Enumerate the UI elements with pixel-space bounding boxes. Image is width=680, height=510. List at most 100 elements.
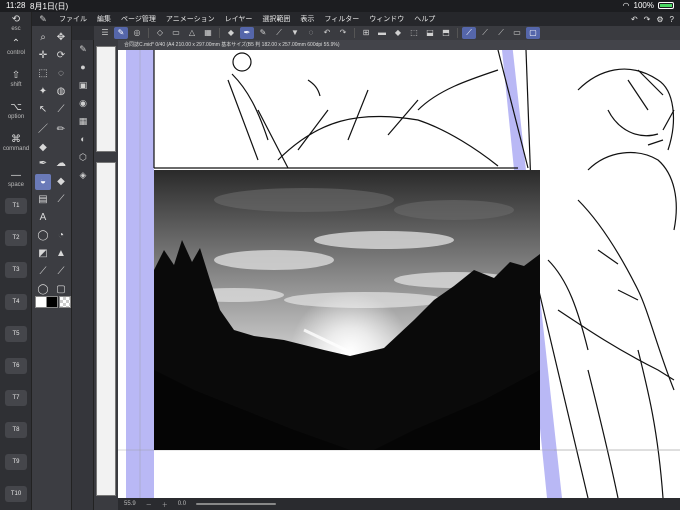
tkey-7[interactable]: T7 <box>5 390 27 406</box>
undo-icon[interactable]: ↶ <box>631 15 638 24</box>
tkey-8[interactable]: T8 <box>5 422 27 438</box>
zoom-icon[interactable]: ⌕ <box>35 30 51 46</box>
stroke-icon-4[interactable]: ▭ <box>510 27 524 39</box>
color-set-icon[interactable]: ▦ <box>75 116 91 130</box>
redo-icon[interactable]: ↷ <box>644 15 651 24</box>
airbrush-tool-icon[interactable]: ☁ <box>53 156 69 172</box>
menu-window[interactable]: ウィンドウ <box>364 14 409 24</box>
move-icon[interactable]: ✛ <box>35 48 51 64</box>
invert-icon[interactable]: ⬚ <box>407 27 421 39</box>
material-icon[interactable]: ⬡ <box>75 152 91 166</box>
menu-page[interactable]: ページ管理 <box>116 14 161 24</box>
tkey-1[interactable]: T1 <box>5 198 27 214</box>
eyedropper-icon[interactable]: ⟋ <box>272 27 286 39</box>
app-logo-icon[interactable]: ✎ <box>32 14 54 25</box>
document-tab[interactable]: 合同誌C.mid* 0/40 (A4 210.00 x 297.00mm 基本サ… <box>118 40 680 50</box>
zoom-value[interactable]: 55.9 <box>124 501 136 507</box>
eyedrop-tool-icon[interactable]: ⟋ <box>53 102 69 118</box>
pen-icon[interactable]: ✒ <box>240 27 254 39</box>
blend-tool-icon[interactable]: ◒ <box>35 174 51 190</box>
tkey-6[interactable]: T6 <box>5 358 27 374</box>
history-icon[interactable]: ◐ <box>75 134 91 148</box>
wand-icon[interactable]: ✦ <box>35 84 51 100</box>
menu-icon[interactable]: ☰ <box>98 27 112 39</box>
shape-tool-icon[interactable]: ⟋ <box>53 192 69 208</box>
sub-tool-icon[interactable]: ✎ <box>75 44 91 58</box>
command-key[interactable]: ⌘ command <box>2 134 30 152</box>
option-key[interactable]: ⌥ option <box>2 102 30 120</box>
color-wheel-icon[interactable]: ◉ <box>75 98 91 112</box>
fill-selection-icon[interactable]: ◆ <box>391 27 405 39</box>
new-icon[interactable]: ✎ <box>114 27 128 39</box>
esc-key[interactable]: ⟲ esc <box>2 14 30 32</box>
undo-toolbar-icon[interactable]: ↶ <box>320 27 334 39</box>
page-thumbnail[interactable] <box>96 46 116 152</box>
auto-select-icon[interactable]: ◍ <box>53 84 69 100</box>
stroke-icon-1[interactable]: ⟋ <box>462 27 476 39</box>
tkey-9[interactable]: T9 <box>5 454 27 470</box>
frame-tool-icon[interactable]: ◩ <box>35 246 51 262</box>
tool-property-icon[interactable]: ▣ <box>75 80 91 94</box>
selection-icon[interactable]: ⬒ <box>439 27 453 39</box>
drawing-canvas[interactable] <box>118 50 680 498</box>
tkey-3[interactable]: T3 <box>5 262 27 278</box>
menu-layer[interactable]: レイヤー <box>220 14 258 24</box>
lasso-icon[interactable]: ◌ <box>304 27 318 39</box>
operation-icon[interactable]: ↖ <box>35 102 51 118</box>
brush-icon[interactable]: ✎ <box>256 27 270 39</box>
grid-icon[interactable]: ▦ <box>201 27 215 39</box>
eraser-tool-icon[interactable]: ◆ <box>35 140 51 156</box>
frame-icon[interactable]: ▢ <box>526 27 540 39</box>
transparent-swatch[interactable] <box>59 296 71 308</box>
layer-icon[interactable]: ◈ <box>75 170 91 184</box>
tkey-2[interactable]: T2 <box>5 230 27 246</box>
control-key[interactable]: ⌃ control <box>2 38 30 56</box>
brush-tool-icon[interactable]: ✒ <box>35 156 51 172</box>
stroke-icon-3[interactable]: ⟋ <box>494 27 508 39</box>
menu-file[interactable]: ファイル <box>54 14 92 24</box>
sub-color-swatch[interactable] <box>46 296 58 308</box>
menu-filter[interactable]: フィルター <box>319 14 364 24</box>
zoom-in-icon[interactable]: ＋ <box>162 500 168 509</box>
eraser-icon[interactable]: ◆ <box>224 27 238 39</box>
brush-size-icon[interactable]: ● <box>75 62 91 76</box>
correct-line-icon[interactable]: ⟋ <box>35 264 51 280</box>
clear-icon[interactable]: ▬ <box>375 27 389 39</box>
ruler-icon[interactable]: ▭ <box>169 27 183 39</box>
rotation-slider[interactable] <box>196 503 277 505</box>
lasso-tool-icon[interactable]: ◌ <box>53 66 69 82</box>
menu-animation[interactable]: アニメーション <box>161 14 220 24</box>
redo-toolbar-icon[interactable]: ↷ <box>336 27 350 39</box>
text-tool-icon[interactable]: A <box>35 210 51 226</box>
zoom-out-icon[interactable]: － <box>146 500 152 509</box>
gradient-tool-icon[interactable]: ▤ <box>35 192 51 208</box>
transform-icon[interactable]: ⊞ <box>359 27 373 39</box>
tkey-5[interactable]: T5 <box>5 326 27 342</box>
camera-icon[interactable]: ◎ <box>130 27 144 39</box>
pencil-tool-icon[interactable]: ✏ <box>53 122 69 138</box>
pen-line-icon[interactable]: ⟋ <box>53 264 69 280</box>
rotate-icon[interactable]: ⟳ <box>53 48 69 64</box>
perspective-icon[interactable]: △ <box>185 27 199 39</box>
snap-icon[interactable]: ◇ <box>153 27 167 39</box>
rotation-value[interactable]: 0.0 <box>178 501 186 507</box>
tkey-4[interactable]: T4 <box>5 294 27 310</box>
ruler-tool-icon[interactable]: ▲ <box>53 246 69 262</box>
crop-icon[interactable]: ⬓ <box>423 27 437 39</box>
stroke-icon-2[interactable]: ⟋ <box>478 27 492 39</box>
select-icon[interactable]: ⬚ <box>35 66 51 82</box>
fill-tool-icon[interactable]: ◆ <box>53 174 69 190</box>
help-icon[interactable]: ? <box>670 15 674 24</box>
settings-icon[interactable]: ⚙ <box>656 15 663 24</box>
menu-view[interactable]: 表示 <box>295 14 319 24</box>
balloon-tail-icon[interactable]: ◔ <box>53 228 69 244</box>
balloon-tool-icon[interactable]: ◯ <box>35 228 51 244</box>
pen-tool-icon[interactable]: ／ <box>35 122 51 138</box>
fill-icon[interactable]: ▼ <box>288 27 302 39</box>
tkey-10[interactable]: T10 <box>5 486 27 502</box>
hand-icon[interactable]: ✥ <box>53 30 69 46</box>
space-key[interactable]: — space <box>2 170 30 188</box>
menu-selection[interactable]: 選択範囲 <box>257 14 295 24</box>
menu-help[interactable]: ヘルプ <box>409 14 440 24</box>
menu-edit[interactable]: 編集 <box>92 14 116 24</box>
